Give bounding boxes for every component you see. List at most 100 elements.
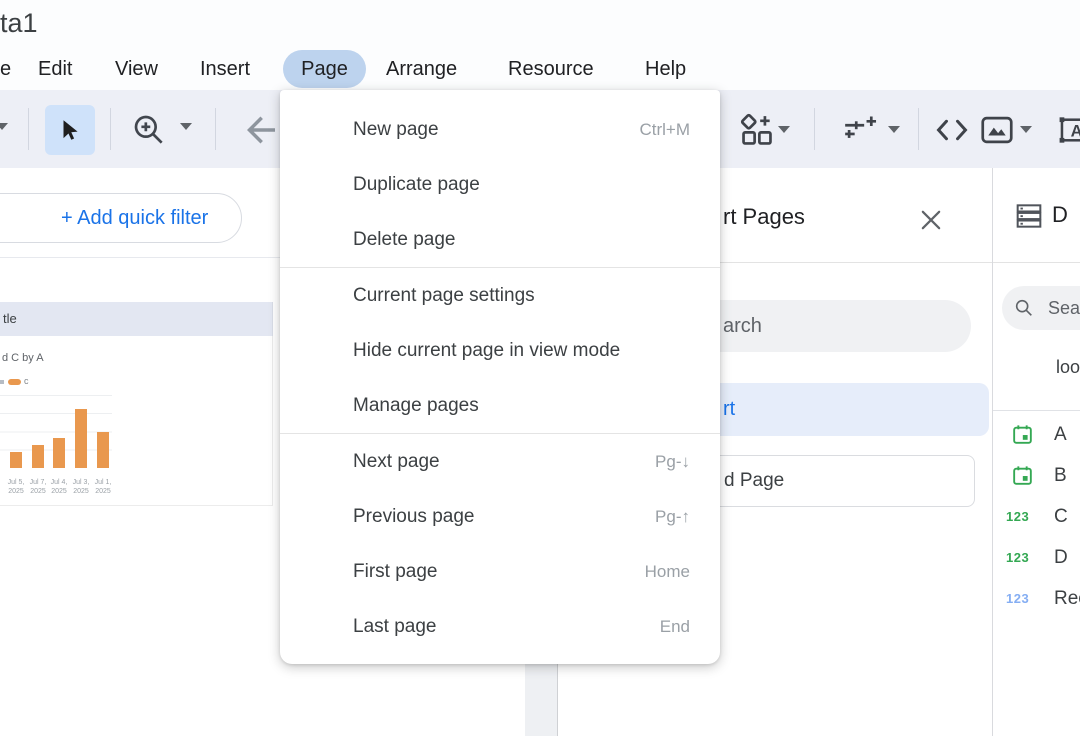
menu-item-hide-current-page-in-view-mode[interactable]: Hide current page in view mode — [280, 323, 720, 378]
numeric-icon: 123 — [1006, 591, 1029, 606]
field-label: A — [1054, 414, 1067, 455]
menu-help[interactable]: Help — [645, 48, 686, 90]
menu-resource[interactable]: Resource — [508, 48, 594, 90]
chart-bar — [75, 409, 87, 468]
undo-back-icon[interactable] — [240, 109, 282, 151]
menu-item-current-page-settings[interactable]: Current page settings — [280, 268, 720, 323]
report-title[interactable]: ta1 — [0, 8, 38, 39]
menu-arrange[interactable]: Arrange — [386, 48, 457, 90]
menu-item-label: New page — [353, 119, 639, 141]
field-row-a[interactable]: A — [993, 414, 1080, 455]
cursor-arrow-icon — [57, 117, 83, 143]
menu-bar: e Edit View Insert Page Arrange Resource… — [0, 48, 1080, 90]
field-row-c[interactable]: 123 C — [993, 496, 1080, 537]
menu-item-label: Current page settings — [353, 285, 690, 307]
menu-item-duplicate-page[interactable]: Duplicate page — [280, 157, 720, 212]
data-search-input[interactable]: Sea — [1002, 286, 1080, 330]
toolbar-divider — [918, 108, 919, 150]
selected-page-item[interactable]: rt — [677, 383, 989, 436]
calendar-icon — [1010, 422, 1035, 447]
field-row-d[interactable]: 123 D — [993, 537, 1080, 578]
close-icon[interactable] — [917, 206, 945, 234]
zoom-caret-icon[interactable] — [180, 123, 192, 130]
title-bar: ta1 — [0, 0, 1080, 48]
menu-view[interactable]: View — [115, 48, 158, 90]
dropdown-caret-icon[interactable] — [0, 123, 8, 130]
menu-edit[interactable]: Edit — [38, 48, 72, 90]
menu-item-label: Last page — [353, 616, 660, 638]
menu-file[interactable]: e — [0, 48, 11, 90]
add-chart-caret-icon[interactable] — [778, 126, 790, 133]
menu-item-label: Manage pages — [353, 395, 690, 417]
looker-studio-app: ta1 e Edit View Insert Page Arrange Reso… — [0, 0, 1080, 736]
page-menu-dropdown: New pageCtrl+M Duplicate page Delete page C… — [280, 90, 720, 664]
add-image-caret-icon[interactable] — [1020, 126, 1032, 133]
field-row-b[interactable]: B — [993, 455, 1080, 496]
menu-item-first-page[interactable]: First pageHome — [280, 544, 720, 599]
add-quick-filter-button[interactable]: + Add quick filter — [0, 193, 242, 243]
menu-item-previous-page[interactable]: Previous pagePg-↑ — [280, 489, 720, 544]
bar-chart-plot — [0, 395, 112, 468]
data-panel-icon — [1013, 200, 1045, 232]
field-label: Rec — [1054, 578, 1080, 619]
add-chart-icon[interactable] — [738, 111, 776, 149]
field-label: D — [1054, 537, 1068, 578]
toolbar-divider — [215, 108, 216, 150]
chart-bar — [10, 452, 22, 468]
chart-card-header[interactable]: tle — [0, 302, 273, 336]
menu-item-shortcut: End — [660, 617, 690, 637]
menu-item-delete-page[interactable]: Delete page — [280, 212, 720, 267]
add-text-icon[interactable]: A — [1056, 111, 1080, 149]
menu-item-shortcut: Pg-↑ — [655, 507, 690, 527]
menu-insert[interactable]: Insert — [200, 48, 250, 90]
numeric-icon: 123 — [1006, 550, 1029, 565]
numeric-icon: 123 — [1006, 509, 1029, 524]
menu-item-label: First page — [353, 561, 645, 583]
add-control-caret-icon[interactable] — [888, 126, 900, 133]
menu-item-label: Delete page — [353, 229, 690, 251]
field-row-rec[interactable]: 123 Rec — [993, 578, 1080, 619]
chart-header-title: tle — [3, 302, 17, 336]
chart-card[interactable]: d C by A c Jul 5,2025Jul 7,2025Jul 4,202… — [0, 336, 273, 506]
menu-item-manage-pages[interactable]: Manage pages — [280, 378, 720, 433]
field-label: C — [1054, 496, 1068, 537]
menu-item-label: Hide current page in view mode — [353, 340, 690, 362]
menu-item-label: Previous page — [353, 506, 655, 528]
chart-bar — [97, 432, 109, 468]
embed-code-icon[interactable] — [933, 111, 971, 149]
menu-item-shortcut: Ctrl+M — [639, 120, 690, 140]
select-tool-button[interactable] — [45, 105, 95, 155]
toolbar-divider — [110, 108, 111, 150]
panel-divider — [993, 262, 1080, 263]
menu-item-new-page[interactable]: New pageCtrl+M — [280, 102, 720, 157]
panel-divider — [993, 410, 1080, 411]
selected-page-label: rt — [723, 383, 735, 436]
data-panel: D Sea loo AB 123 C 123 D 123 Rec — [992, 168, 1080, 736]
data-search-text: Sea — [1048, 286, 1080, 330]
pages-search-text: arch — [723, 300, 762, 352]
menu-item-label: Duplicate page — [353, 174, 690, 196]
chart-title: d C by A — [2, 352, 44, 364]
menu-item-next-page[interactable]: Next pagePg-↓ — [280, 434, 720, 489]
chart-bar — [32, 445, 44, 468]
zoom-icon[interactable] — [130, 111, 168, 149]
legend-swatch — [8, 379, 21, 385]
toolbar-divider — [814, 108, 815, 150]
pages-panel-title: rt Pages — [723, 204, 805, 230]
field-label: B — [1054, 455, 1067, 496]
legend-label: c — [24, 376, 29, 386]
calendar-icon — [1010, 463, 1035, 488]
menu-item-shortcut: Pg-↓ — [655, 452, 690, 472]
legend-marker-fragment — [0, 380, 4, 384]
menu-item-shortcut: Home — [645, 562, 690, 582]
menu-page-active[interactable]: Page — [283, 50, 366, 88]
menu-item-label: Next page — [353, 451, 655, 473]
menu-item-last-page[interactable]: Last pageEnd — [280, 599, 720, 654]
data-source-name[interactable]: loo — [1056, 357, 1080, 378]
add-image-icon[interactable] — [978, 111, 1016, 149]
data-panel-title: D — [1052, 202, 1068, 228]
add-page-label: d Page — [724, 456, 784, 506]
toolbar-divider — [28, 108, 29, 150]
chart-bar — [53, 438, 65, 468]
add-control-icon[interactable] — [840, 111, 882, 149]
